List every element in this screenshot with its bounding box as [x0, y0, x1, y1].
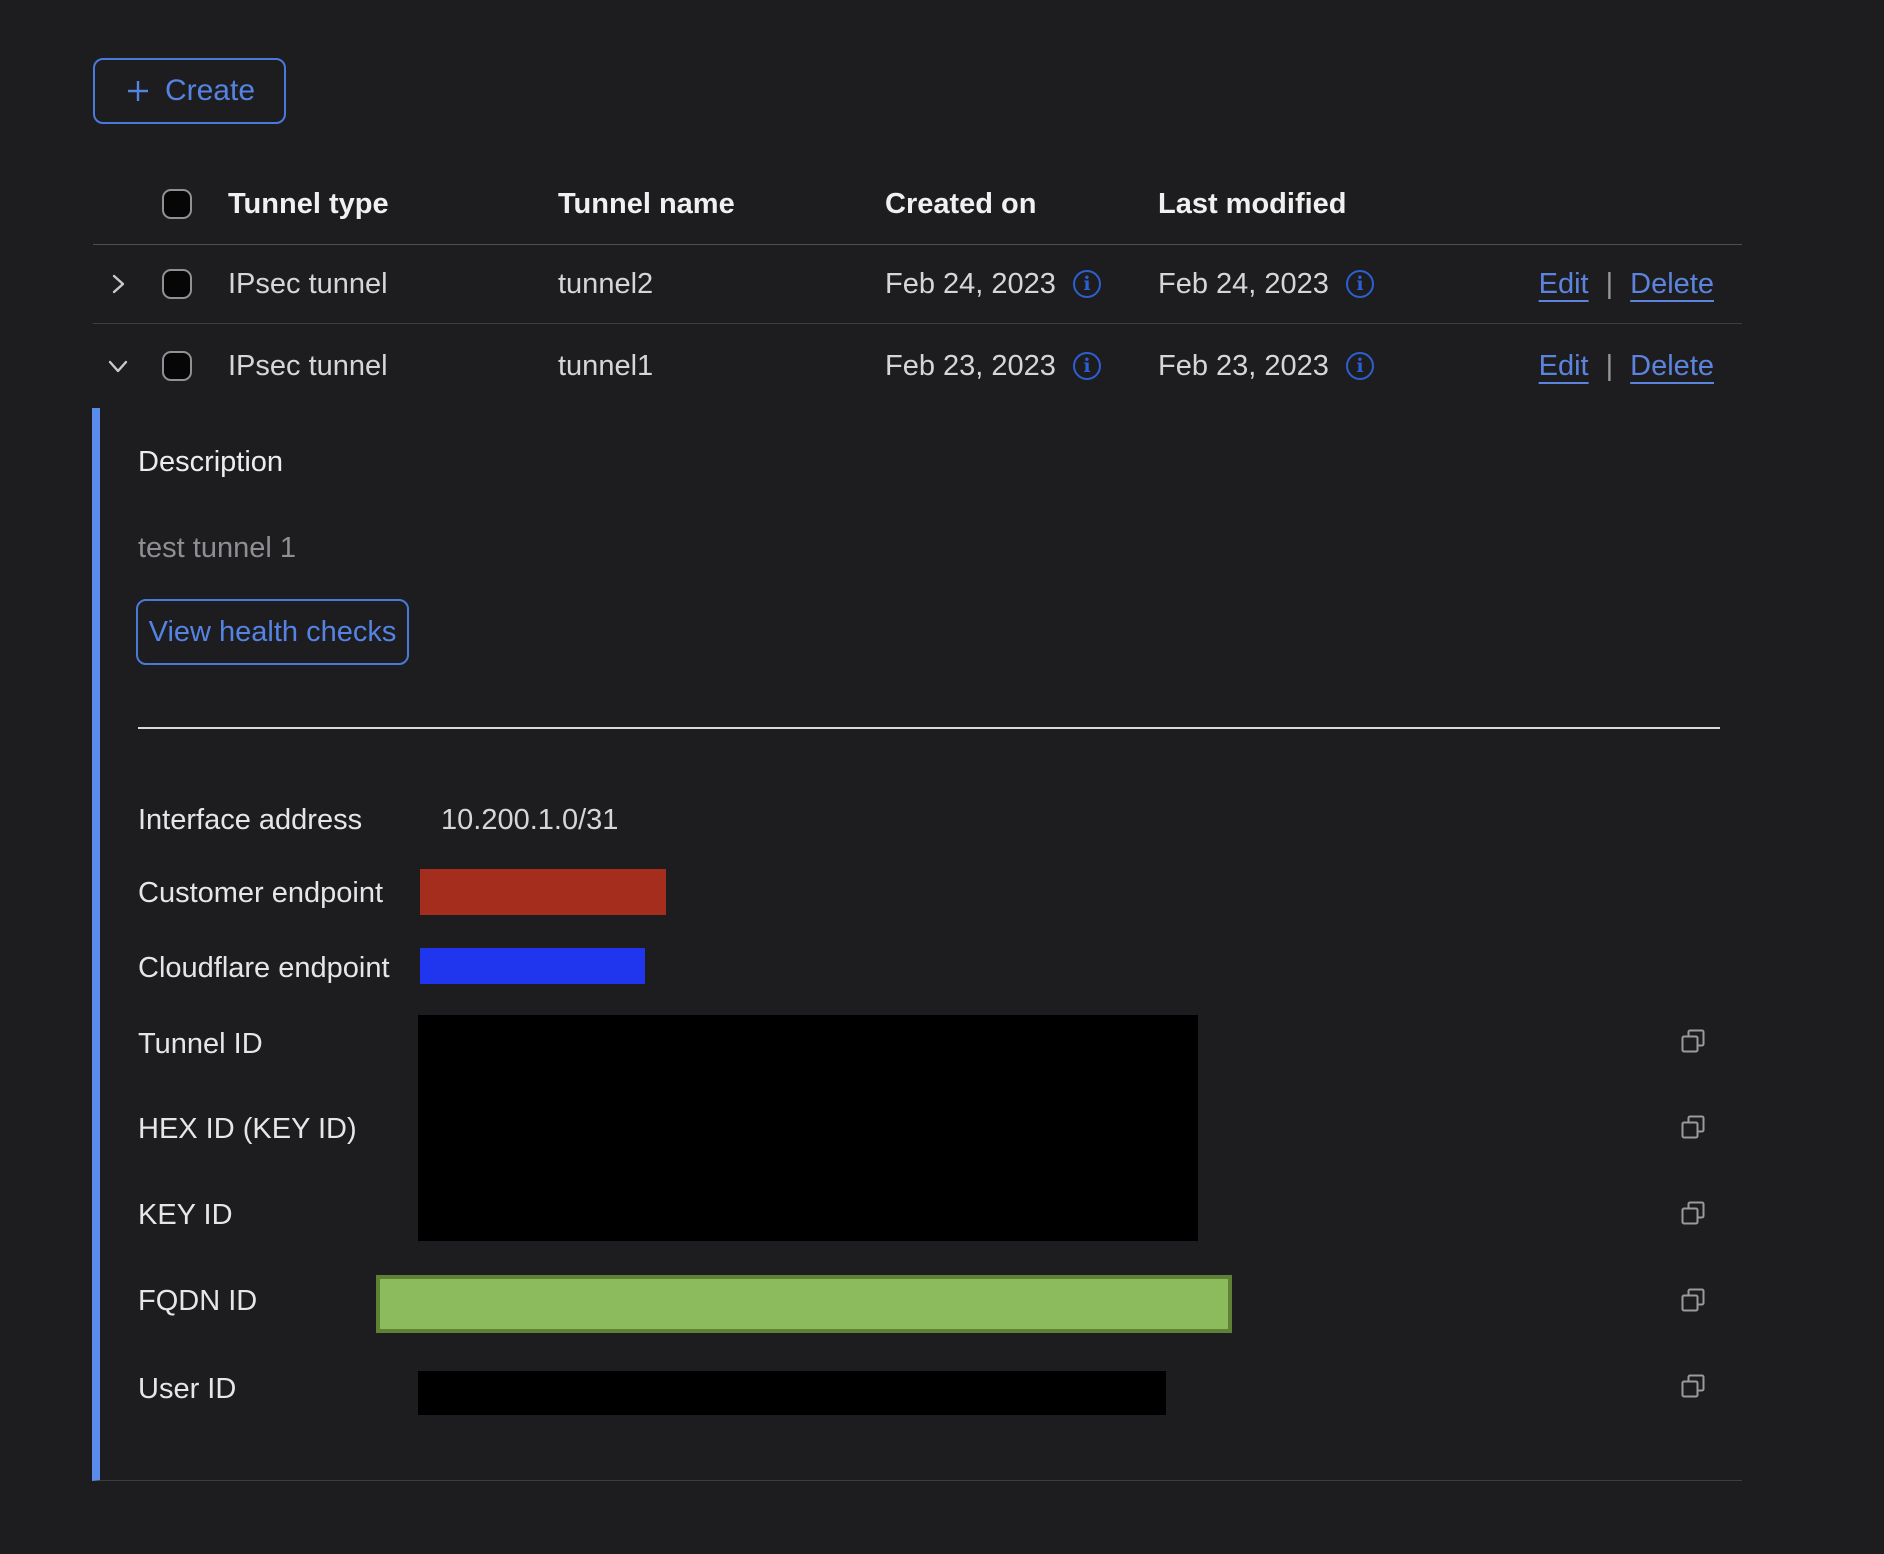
chevron-down-icon[interactable] [103, 351, 133, 381]
action-separator: | [1606, 268, 1614, 301]
customer-endpoint-label: Customer endpoint [138, 877, 383, 910]
header-tunnel-type: Tunnel type [228, 188, 558, 221]
fqdn-id-redacted-value [376, 1275, 1232, 1333]
table-row-expanded-block: IPsec tunnel tunnel1 Feb 23, 2023 Feb 23… [93, 324, 1742, 1481]
tunnel-name-cell: tunnel1 [558, 350, 885, 383]
last-modified-cell: Feb 24, 2023 [1158, 268, 1329, 301]
table-row: IPsec tunnel tunnel2 Feb 24, 2023 Feb 24… [93, 245, 1742, 324]
interface-address-label: Interface address [138, 804, 362, 837]
tunnel-name-cell: tunnel2 [558, 268, 885, 301]
tunnel-type-cell: IPsec tunnel [228, 268, 558, 301]
header-last-modified: Last modified [1158, 188, 1431, 221]
tunnel-id-label: Tunnel ID [138, 1028, 263, 1061]
delete-link[interactable]: Delete [1630, 268, 1714, 301]
tunnel-detail-panel: Description test tunnel 1 View health ch… [92, 408, 1742, 1481]
created-on-cell: Feb 23, 2023 [885, 350, 1056, 383]
customer-endpoint-redacted-value [420, 869, 666, 915]
last-modified-cell: Feb 23, 2023 [1158, 350, 1329, 383]
tunnels-page: Create Tunnel type Tunnel name Created o… [0, 0, 1884, 1554]
cloudflare-endpoint-redacted-value [420, 948, 645, 984]
description-label: Description [138, 446, 283, 479]
hex-id-label: HEX ID (KEY ID) [138, 1113, 357, 1146]
tunnel-type-cell: IPsec tunnel [228, 350, 558, 383]
create-button-label: Create [165, 74, 255, 108]
edit-link[interactable]: Edit [1539, 350, 1589, 383]
section-divider [138, 727, 1720, 729]
table-row: IPsec tunnel tunnel1 Feb 23, 2023 Feb 23… [93, 324, 1742, 408]
tunnels-table: Tunnel type Tunnel name Created on Last … [93, 164, 1742, 1481]
info-icon[interactable] [1346, 270, 1374, 298]
cloudflare-endpoint-label: Cloudflare endpoint [138, 952, 390, 985]
copy-icon[interactable] [1678, 1026, 1708, 1056]
create-button[interactable]: Create [93, 58, 286, 124]
fqdn-id-label: FQDN ID [138, 1285, 257, 1318]
table-header-row: Tunnel type Tunnel name Created on Last … [93, 164, 1742, 245]
created-on-cell: Feb 24, 2023 [885, 268, 1056, 301]
info-icon[interactable] [1073, 352, 1101, 380]
select-all-checkbox[interactable] [162, 189, 192, 219]
action-separator: | [1606, 350, 1614, 383]
delete-link[interactable]: Delete [1630, 350, 1714, 383]
header-tunnel-name: Tunnel name [558, 188, 885, 221]
row-checkbox[interactable] [162, 269, 192, 299]
header-created-on: Created on [885, 188, 1158, 221]
view-health-checks-button[interactable]: View health checks [136, 599, 409, 665]
copy-icon[interactable] [1678, 1371, 1708, 1401]
description-value: test tunnel 1 [138, 532, 296, 565]
info-icon[interactable] [1346, 352, 1374, 380]
copy-icon[interactable] [1678, 1285, 1708, 1315]
copy-icon[interactable] [1678, 1198, 1708, 1228]
ids-redacted-value [418, 1015, 1198, 1241]
edit-link[interactable]: Edit [1539, 268, 1589, 301]
copy-icon[interactable] [1678, 1112, 1708, 1142]
chevron-right-icon[interactable] [103, 269, 133, 299]
user-id-label: User ID [138, 1373, 236, 1406]
info-icon[interactable] [1073, 270, 1101, 298]
row-checkbox[interactable] [162, 351, 192, 381]
plus-icon [124, 77, 152, 105]
key-id-label: KEY ID [138, 1199, 233, 1232]
user-id-redacted-value [418, 1371, 1166, 1415]
interface-address-value: 10.200.1.0/31 [441, 804, 618, 837]
